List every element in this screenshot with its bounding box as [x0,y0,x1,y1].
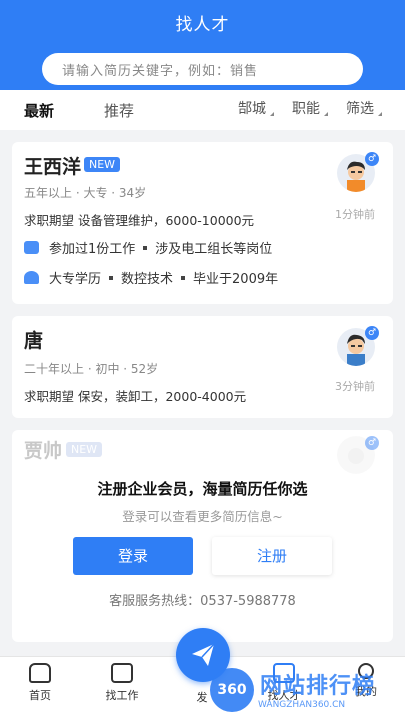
job-expectation: 求职期望 保安，装卸工，2000-4000元 [24,389,247,404]
update-time: 3分钟前 [335,380,375,393]
male-icon: ♂ [365,326,379,340]
watermark-text: 网站排行榜 [260,674,376,699]
briefcase-icon [111,663,133,683]
candidate-name: 唐 [24,330,44,352]
candidate-name: 王西洋 [24,156,82,178]
search-input[interactable]: 请输入简历关键字，例如：销售 [42,53,363,85]
filter-job[interactable]: 职能 [292,98,328,118]
candidate-card[interactable]: 唐 二十年以上 · 初中 · 52岁 求职期望 保安，装卸工，2000-4000… [12,316,393,418]
male-icon: ♂ [365,436,379,450]
candidate-meta: 二十年以上 · 初中 · 52岁 [24,362,159,376]
male-icon: ♂ [365,152,379,166]
prompt-title: 注册企业会员，海量简历任你选 [97,480,308,498]
home-icon [29,663,51,683]
graduation-cap-icon [24,271,39,284]
watermark-badge: 360 [210,668,254,712]
new-badge: NEW [84,157,121,172]
filter-more[interactable]: 筛选 [346,98,382,118]
candidate-card[interactable]: 王西洋 NEW 五年以上 · 大专 · 34岁 求职期望 设备管理维护，6000… [12,142,393,304]
candidate-name: 贾帅 [24,440,63,462]
work-experience: 参加过1份工作 涉及电工组长等岗位 [24,238,272,257]
education: 大专学历 数控技术 毕业于2009年 [24,268,278,287]
tab-bar: 最新 推荐 郜城 职能 筛选 [0,90,405,130]
login-prompt-card: 贾帅 NEW ♂ 注册企业会员，海量简历任你选 登录可以查看更多简历信息~ 登录… [12,430,393,642]
register-button[interactable]: 注册 [212,537,332,575]
paper-plane-icon [192,643,215,666]
new-badge: NEW [66,442,103,457]
hotline-text: 客服服务热线：0537-5988778 [109,594,296,609]
page-title: 找人才 [175,15,230,35]
job-expectation: 求职期望 设备管理维护，6000-10000元 [24,213,255,228]
watermark-url: WANGZHAN360.CN [258,700,346,710]
search-placeholder: 请输入简历关键字，例如：销售 [62,63,259,79]
tab-recommend[interactable]: 推荐 [104,100,134,121]
nav-home[interactable]: 首页 [10,663,70,703]
watermark: 360 网站排行榜 WANGZHAN360.CN [210,666,405,718]
briefcase-icon [24,241,39,254]
prompt-subtitle: 登录可以查看更多简历信息~ [122,509,283,524]
filter-city[interactable]: 郜城 [238,98,274,118]
tab-latest[interactable]: 最新 [24,100,54,121]
candidate-meta: 五年以上 · 大专 · 34岁 [24,186,147,200]
update-time: 1分钟前 [335,208,375,221]
login-button[interactable]: 登录 [73,537,193,575]
nav-find-job[interactable]: 找工作 [92,663,152,703]
